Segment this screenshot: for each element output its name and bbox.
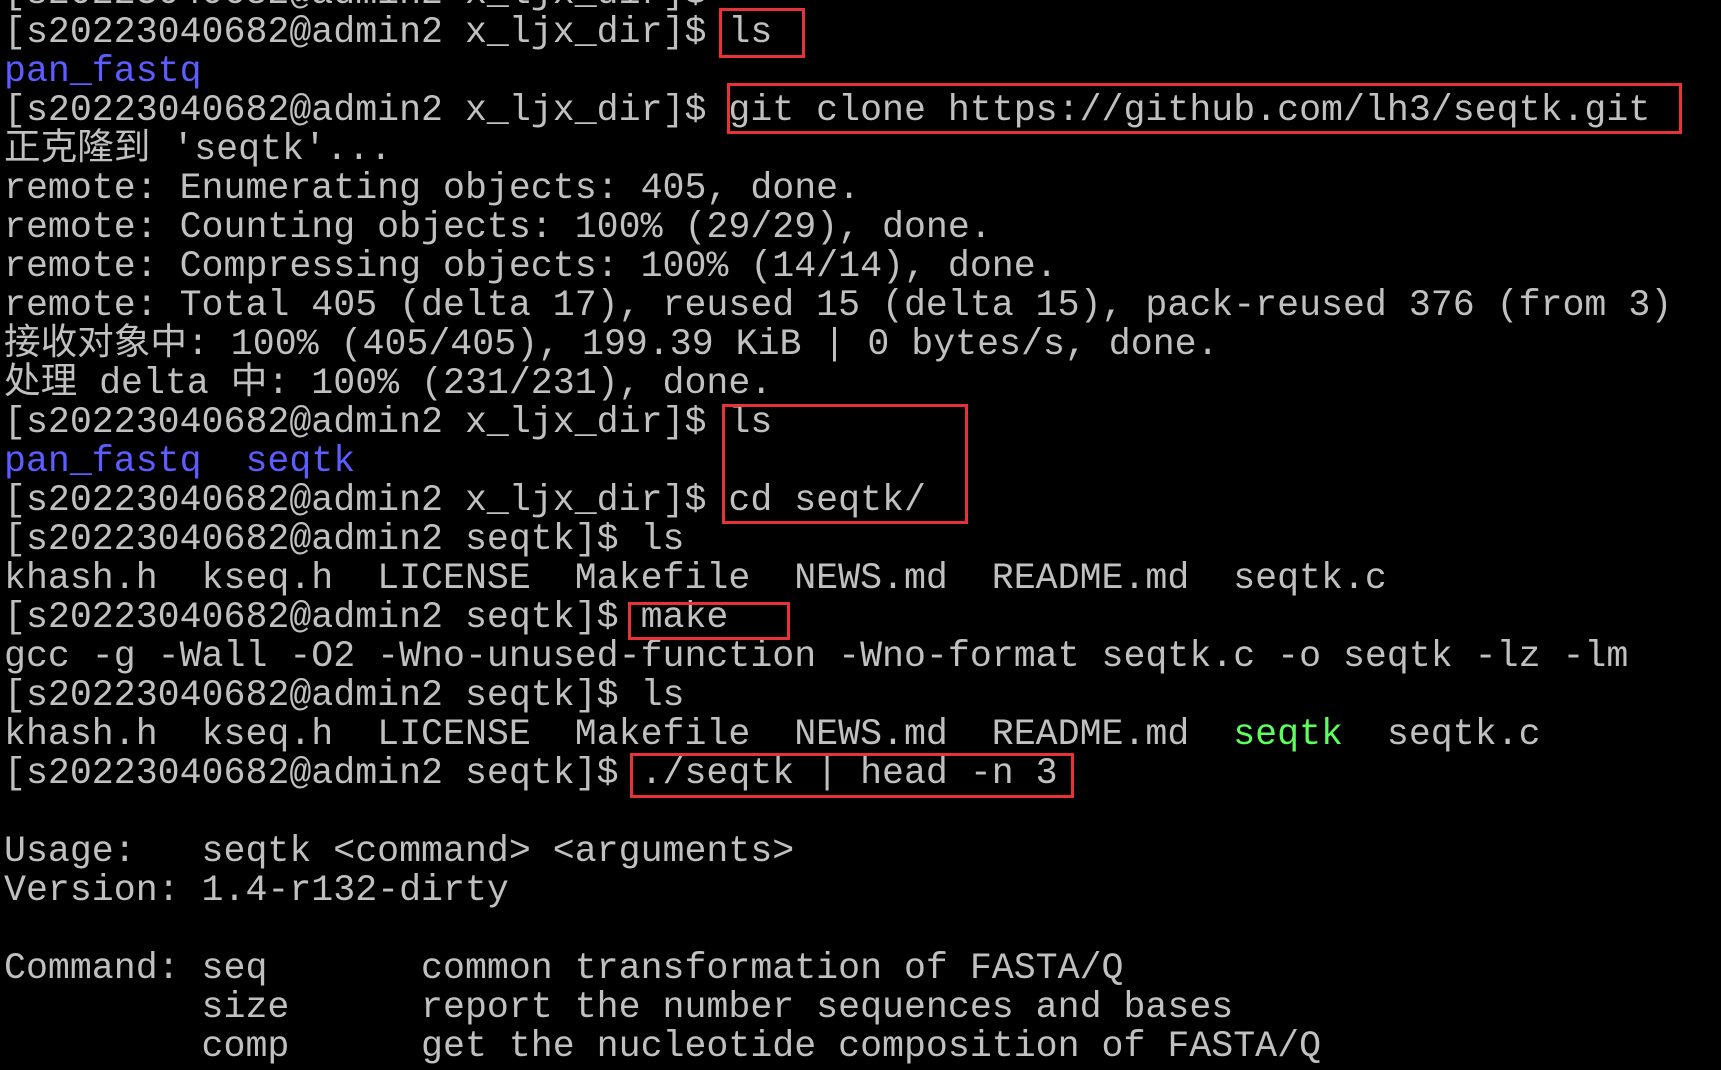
terminal-line: [s20223040682@admin2 seqtk]$ ls <box>4 676 1672 715</box>
terminal-text: remote: Enumerating objects: 405, done. <box>4 168 861 209</box>
terminal-line: size report the number sequences and bas… <box>4 988 1672 1027</box>
terminal-line: [s20223040682@admin2 x_ljx_dir]$ ls <box>4 13 1672 52</box>
directory-name: seqtk <box>245 441 356 482</box>
terminal-text: [s20223040682@admin2 seqtk]$ make <box>4 597 729 638</box>
terminal-text: [s20223040682@admin2 seqtk]$ ls <box>4 675 685 716</box>
terminal-line: Version: 1.4-r132-dirty <box>4 871 1672 910</box>
directory-name: pan_fastq <box>4 51 202 92</box>
highlight-box-make <box>628 602 790 640</box>
terminal-text: remote: Total 405 (delta 17), reused 15 … <box>4 285 1673 326</box>
terminal-line: 接收对象中: 100% (405/405), 199.39 KiB | 0 by… <box>4 325 1672 364</box>
executable-name: seqtk <box>1233 714 1343 755</box>
terminal-text: [s20223040682@admin2 seqtk]$ ls <box>4 519 685 560</box>
terminal-line: khash.h kseq.h LICENSE Makefile NEWS.md … <box>4 559 1672 598</box>
terminal-line: khash.h kseq.h LICENSE Makefile NEWS.md … <box>4 715 1672 754</box>
terminal-text: gcc -g -Wall -O2 -Wno-unused-function -W… <box>4 636 1629 677</box>
highlight-box-run-seqtk <box>630 753 1074 798</box>
terminal-line: remote: Enumerating objects: 405, done. <box>4 169 1672 208</box>
terminal-text: Command: seq common transformation of FA… <box>4 948 1124 989</box>
terminal-line: Command: seq common transformation of FA… <box>4 949 1672 988</box>
terminal-line: comp get the nucleotide composition of F… <box>4 1027 1672 1066</box>
terminal-text: remote: Counting objects: 100% (29/29), … <box>4 207 992 248</box>
terminal-text: Usage: seqtk <command> <arguments> <box>4 831 795 872</box>
terminal-line: gcc -g -Wall -O2 -Wno-unused-function -W… <box>4 637 1672 676</box>
terminal-text: [s20223040682@admin2 x_ljx_dir]$ ls <box>4 12 773 53</box>
terminal-line: remote: Counting objects: 100% (29/29), … <box>4 208 1672 247</box>
terminal-text: [s20223040682@admin2 x_ljx_dir]$ ls <box>4 402 773 443</box>
terminal-line: remote: Compressing objects: 100% (14/14… <box>4 247 1672 286</box>
highlight-box-ls-cd <box>722 404 968 524</box>
terminal-text: seqtk.c <box>1343 714 1541 755</box>
terminal-text: remote: Compressing objects: 100% (14/14… <box>4 246 1058 287</box>
directory-name: pan_fastq <box>4 441 202 482</box>
terminal-output[interactable]: [s20223040682@admin2 x_ljx_dir]$[s202230… <box>4 0 1672 1066</box>
terminal-text: Version: 1.4-r132-dirty <box>4 870 509 911</box>
terminal-line: Usage: seqtk <command> <arguments> <box>4 832 1672 871</box>
terminal-text: 处理 delta 中: 100% (231/231), done. <box>4 363 773 404</box>
terminal-line: 正克隆到 'seqtk'... <box>4 130 1672 169</box>
terminal-text: khash.h kseq.h LICENSE Makefile NEWS.md … <box>4 714 1234 755</box>
terminal-line: remote: Total 405 (delta 17), reused 15 … <box>4 286 1672 325</box>
terminal-text: 接收对象中: 100% (405/405), 199.39 KiB | 0 by… <box>4 324 1219 365</box>
terminal-line: [s20223040682@admin2 seqtk]$ make <box>4 598 1672 637</box>
highlight-box-git-clone <box>727 83 1682 134</box>
terminal-text: comp get the nucleotide composition of F… <box>4 1026 1322 1067</box>
terminal-line: 处理 delta 中: 100% (231/231), done. <box>4 364 1672 403</box>
terminal-text: khash.h kseq.h LICENSE Makefile NEWS.md … <box>4 558 1387 599</box>
terminal-text: size report the number sequences and bas… <box>4 987 1234 1028</box>
terminal-text: 正克隆到 'seqtk'... <box>4 129 392 170</box>
highlight-box-ls <box>719 8 805 58</box>
terminal-line: [s20223040682@admin2 seqtk]$ ls <box>4 520 1672 559</box>
